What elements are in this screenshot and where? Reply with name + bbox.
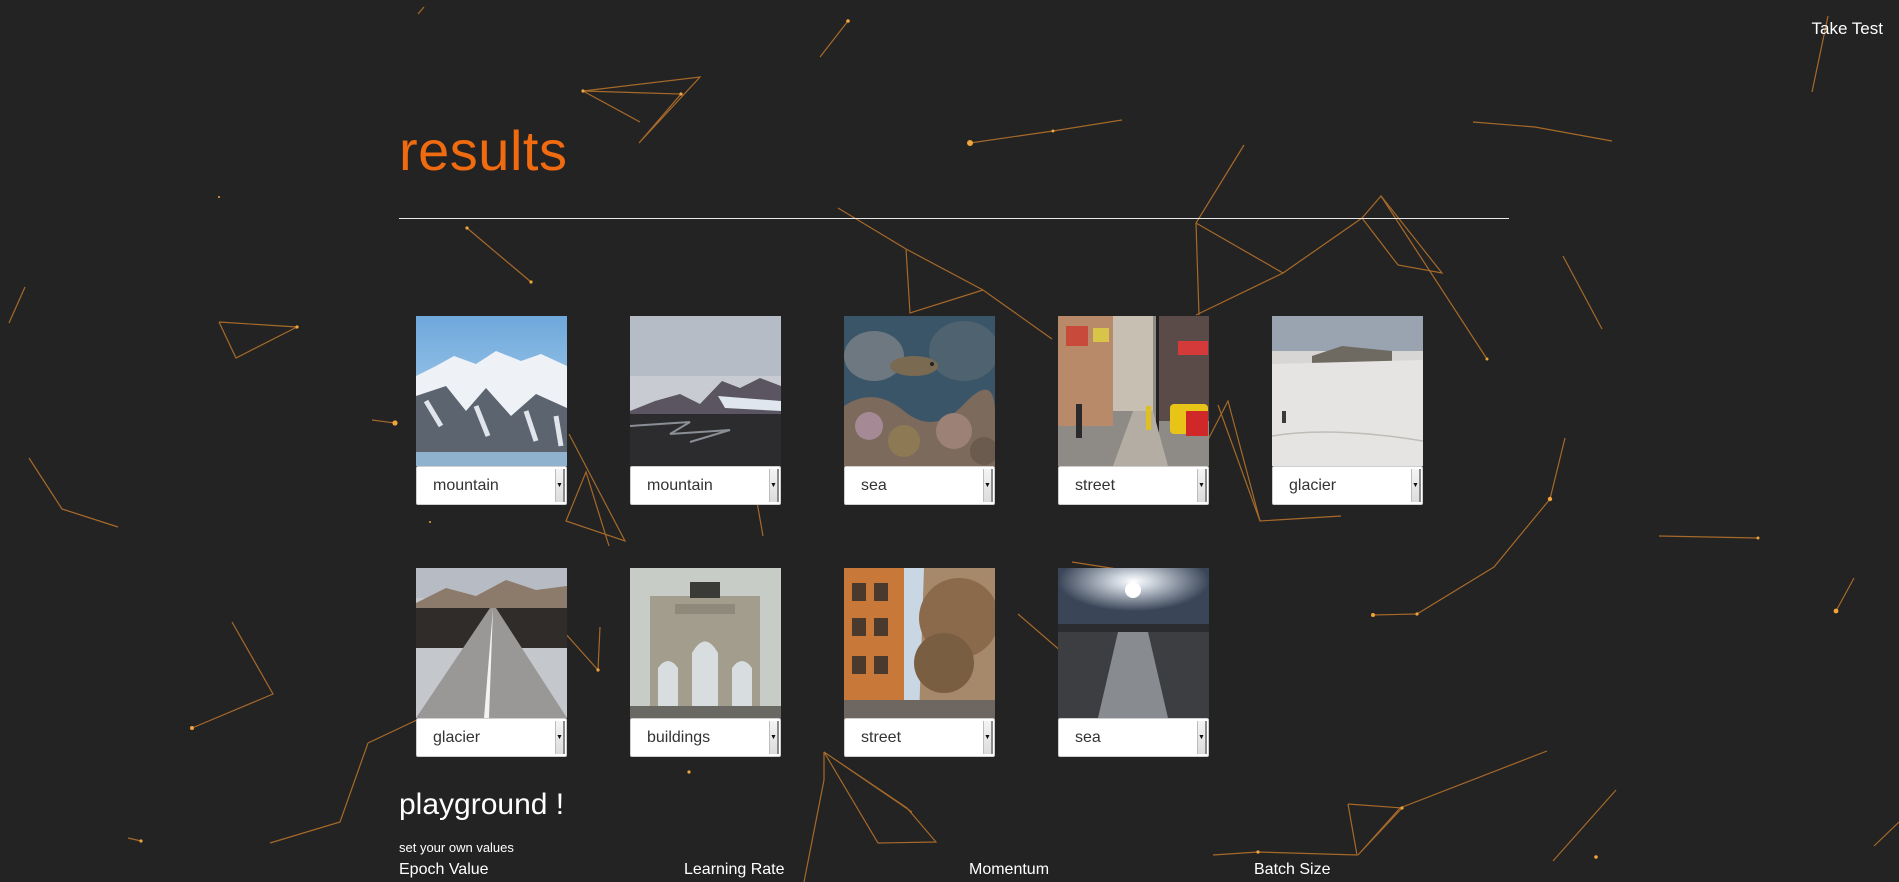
momentum-label: Momentum — [969, 861, 1050, 878]
class-select[interactable]: street — [1058, 466, 1209, 505]
playground-subtitle: set your own values — [399, 840, 514, 855]
class-select[interactable]: sea — [1058, 718, 1209, 757]
result-card: buildings ▼ — [630, 568, 781, 757]
class-select[interactable]: buildings — [630, 718, 781, 757]
result-card: street ▼ — [844, 568, 995, 757]
triumphal-arch-image — [630, 568, 781, 718]
class-select[interactable]: mountain — [630, 466, 781, 505]
old-building-image — [844, 568, 995, 718]
glacier-valley-image — [630, 316, 781, 466]
batch-size-label: Batch Size — [1254, 861, 1331, 878]
coral-reef-image — [844, 316, 995, 466]
result-card: sea ▼ — [844, 316, 995, 505]
take-test-link[interactable]: Take Test — [1811, 19, 1883, 39]
title-divider — [399, 218, 1509, 219]
class-select[interactable]: mountain — [416, 466, 567, 505]
sunlit-sea-image — [1058, 568, 1209, 718]
desert-road-image — [416, 568, 567, 718]
result-card: mountain ▼ — [416, 316, 567, 505]
page-title: results — [399, 119, 568, 182]
snow-field-image — [1272, 316, 1423, 466]
class-select[interactable]: glacier — [416, 718, 567, 757]
result-card: street ▼ — [1058, 316, 1209, 505]
epoch-value-label: Epoch Value — [399, 861, 489, 878]
class-select[interactable]: glacier — [1272, 466, 1423, 505]
class-select[interactable]: sea — [844, 466, 995, 505]
result-card: glacier ▼ — [1272, 316, 1423, 505]
snowy-mountain-image — [416, 316, 567, 466]
learning-rate-label: Learning Rate — [684, 861, 785, 878]
page: Take Test results mountain ▼ mountain ▼ … — [0, 0, 1899, 882]
result-card: glacier ▼ — [416, 568, 567, 757]
result-card: sea ▼ — [1058, 568, 1209, 757]
city-street-image — [1058, 316, 1209, 466]
result-card: mountain ▼ — [630, 316, 781, 505]
playground-title: playground ! — [399, 788, 565, 821]
class-select[interactable]: street — [844, 718, 995, 757]
